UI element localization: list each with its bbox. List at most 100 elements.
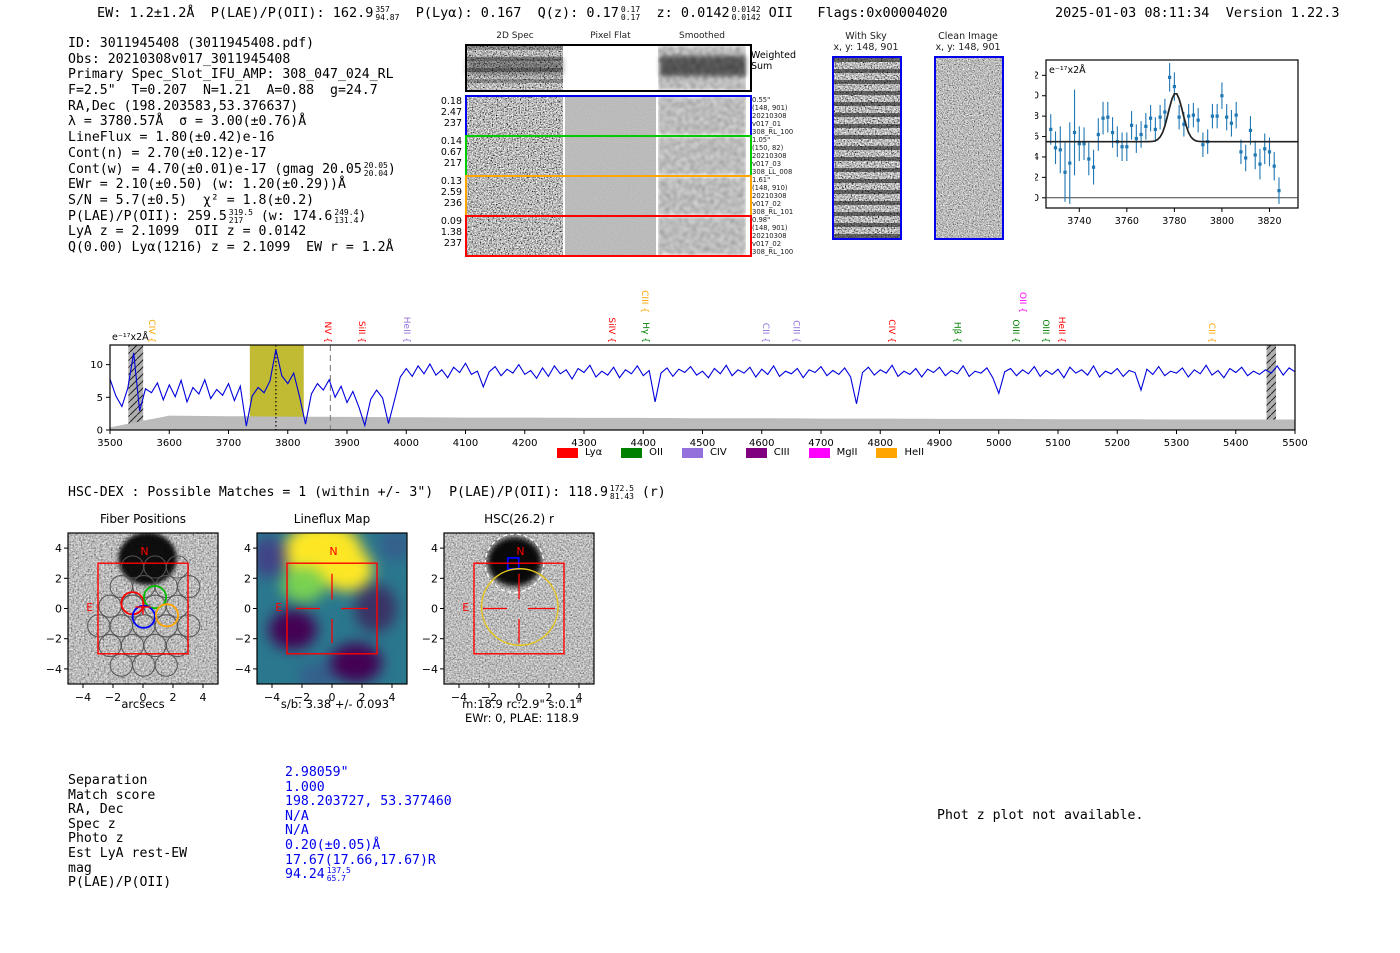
svg-text:4: 4 [244, 542, 251, 555]
withsky-image [832, 56, 902, 240]
match-table-value: 94.24 137.5 65.7 [285, 866, 351, 884]
spec2d-row-left-labels: 0.09 1.38 237 [440, 215, 462, 249]
spec2d-image [467, 46, 563, 90]
svg-text:4900: 4900 [927, 438, 952, 449]
svg-text:10: 10 [1035, 91, 1039, 102]
svg-text:0: 0 [1035, 193, 1039, 204]
pixelflat-image [565, 46, 656, 90]
summary-header-line: EW: 1.2±1.2Å P(LAE)/P(OII): 162.9 357 94.8… [97, 5, 948, 22]
smoothed-image [658, 96, 746, 135]
line-marker-CIII: CIII { [791, 320, 801, 343]
legend-label: OII [649, 447, 663, 458]
legend-label: CIII [773, 447, 790, 458]
match-table-label: Photo z [68, 831, 124, 847]
full-spectrum-chart: 3500 3600 3700 3800 3900 4000 4100 4200 4300 4400… [60, 268, 1340, 468]
svg-text:e⁻¹⁷x2Å: e⁻¹⁷x2Å [1049, 64, 1086, 76]
info-line: LineFlux = 1.80(±0.42)e-16 [68, 130, 275, 146]
sky-stripes [834, 58, 900, 238]
spec2d-image [467, 96, 563, 135]
smoothed-image [658, 216, 746, 255]
svg-text:0: 0 [55, 603, 62, 616]
svg-text:4: 4 [431, 542, 438, 555]
hscdex-matches-line: HSC-DEX : Possible Matches = 1 (within +… [68, 484, 666, 501]
line-marker-CIV: CIV { [886, 319, 896, 343]
svg-text:N: N [329, 545, 337, 558]
info-line: Cont(w) = 4.70(±0.01)e-17 (gmag 20.05 20.… [68, 160, 396, 178]
detection-info-block: ID: 3011945408 (3011945408.pdf) Obs: 2021… [68, 36, 396, 256]
fiber-panel-title: Fiber Positions [99, 512, 187, 526]
info-line: Cont(n) = 2.70(±0.12)e-17 [68, 145, 267, 161]
svg-text:8: 8 [1035, 111, 1039, 122]
info-line: EWr = 2.10(±0.50) (w: 1.20(±0.29))Å [68, 177, 346, 193]
fiber-xlabel: arcsecs [121, 697, 165, 711]
hsc-caption-1: m:18.9 rc:2.9" s:0.1" [462, 697, 582, 711]
report-timestamp: 2025-01-03 08:11:34 [1055, 5, 1210, 21]
match-table-value: N/A [285, 823, 309, 839]
match-table-value: N/A [285, 808, 309, 824]
svg-text:6: 6 [1035, 132, 1039, 143]
svg-text:5100: 5100 [1045, 438, 1070, 449]
svg-text:0: 0 [431, 603, 438, 616]
info-line: ID: 3011945408 (3011945408.pdf) [68, 36, 315, 51]
legend-swatch-CIV [681, 447, 703, 458]
photz-notice: Phot z plot not available. [937, 808, 1144, 823]
spec2d-row [465, 174, 752, 217]
spec2d-row-right-labels: 1.61" (148, 910) 20210308 v017_02 308_RL_101 [752, 175, 794, 217]
line-marker-Hγ: Hγ { [640, 322, 650, 343]
svg-text:4: 4 [55, 542, 62, 555]
svg-text:3500: 3500 [97, 438, 122, 449]
match-table-label: Separation [68, 773, 148, 788]
svg-text:3900: 3900 [334, 438, 359, 449]
info-line: Obs: 20210308v017_3011945408 [68, 51, 291, 67]
weighted-sum-label: Weighted Sum [751, 50, 796, 72]
hsc-panel-title: HSC(26.2) r [484, 512, 554, 526]
line-marker-CIII: CIII { [639, 290, 649, 313]
linefit-zoom-svg: 3740 3760 3780 3800 3820 0 2 4 6 8 10 12 e⁻¹⁷x2Å [1035, 59, 1299, 227]
svg-text:E: E [275, 601, 282, 614]
svg-text:4100: 4100 [453, 438, 478, 449]
spec2d-row-right-labels: 0.98" (148, 901) 20210308 v017_02 308_RL_100 [752, 215, 794, 257]
spec2d-row-left-labels: 0.18 2.47 237 [440, 95, 462, 129]
legend-swatch-OII [621, 447, 643, 458]
svg-text:N: N [516, 545, 524, 558]
fiber-positions-plot: −4 −2 0 2 4 4 2 0 −2 −4 N E [46, 527, 236, 713]
info-line: λ = 3780.57Å σ = 3.00(±0.76)Å [68, 114, 307, 130]
legend-swatch-CIII [745, 447, 767, 458]
svg-text:0: 0 [244, 603, 251, 616]
svg-text:5300: 5300 [1164, 438, 1189, 449]
svg-text:5200: 5200 [1105, 438, 1130, 449]
svg-text:2: 2 [1035, 172, 1039, 183]
spec2d-row [465, 134, 752, 177]
spec2d-row-right-labels: 1.05" (150, 82) 20210308 v017_03 308_LL_008 [752, 135, 793, 177]
hsc-caption-2: EWr: 0, PLAE: 118.9 [465, 711, 579, 725]
spec2d-image [467, 216, 563, 255]
svg-text:−4: −4 [235, 663, 251, 676]
info-line: Q(0.00) Lyα(1216) z = 2.1099 EW r = 1.2Å [68, 239, 394, 255]
spec2d-image [467, 176, 563, 215]
svg-text:3600: 3600 [157, 438, 182, 449]
spec2d-image [467, 136, 563, 175]
line-marker-OIII: OIII { [1040, 319, 1050, 343]
spec2d-row-left-labels: 0.13 2.59 236 [440, 175, 462, 209]
match-table-value: 0.20(±0.05)Å [285, 837, 381, 853]
svg-text:−4: −4 [46, 663, 62, 676]
hsc-cutout-plot: −4 −2 0 2 4 4 2 0 −2 −4 N E [422, 527, 612, 713]
smoothed-image [658, 176, 746, 215]
match-table-label: P(LAE)/P(OII) [68, 875, 172, 891]
spec2d-row-left-labels: 0.14 0.67 217 [440, 135, 462, 169]
col-header-pixelflat: Pixel Flat [590, 31, 631, 41]
match-table-label: RA, Dec [68, 802, 124, 818]
match-table-label: mag [68, 860, 92, 876]
svg-text:5400: 5400 [1223, 438, 1248, 449]
legend-label: Lyα [585, 447, 603, 458]
legend-swatch-Lyα [557, 447, 578, 458]
report-timestamp-version: 2025-01-03 08:11:34 Version 1.22.3 [1055, 5, 1340, 21]
match-table-value: 17.67(17.66,17.67)R [285, 852, 436, 868]
line-marker-Hβ: Hβ { [951, 322, 961, 343]
svg-text:4200: 4200 [512, 438, 537, 449]
spec2d-row [465, 44, 752, 92]
svg-text:10: 10 [90, 360, 103, 371]
col-header-2dspec: 2D Spec [496, 31, 534, 41]
svg-text:−2: −2 [235, 633, 251, 646]
info-line: Primary Spec_Slot_IFU_AMP: 308_047_024_R… [68, 67, 394, 83]
